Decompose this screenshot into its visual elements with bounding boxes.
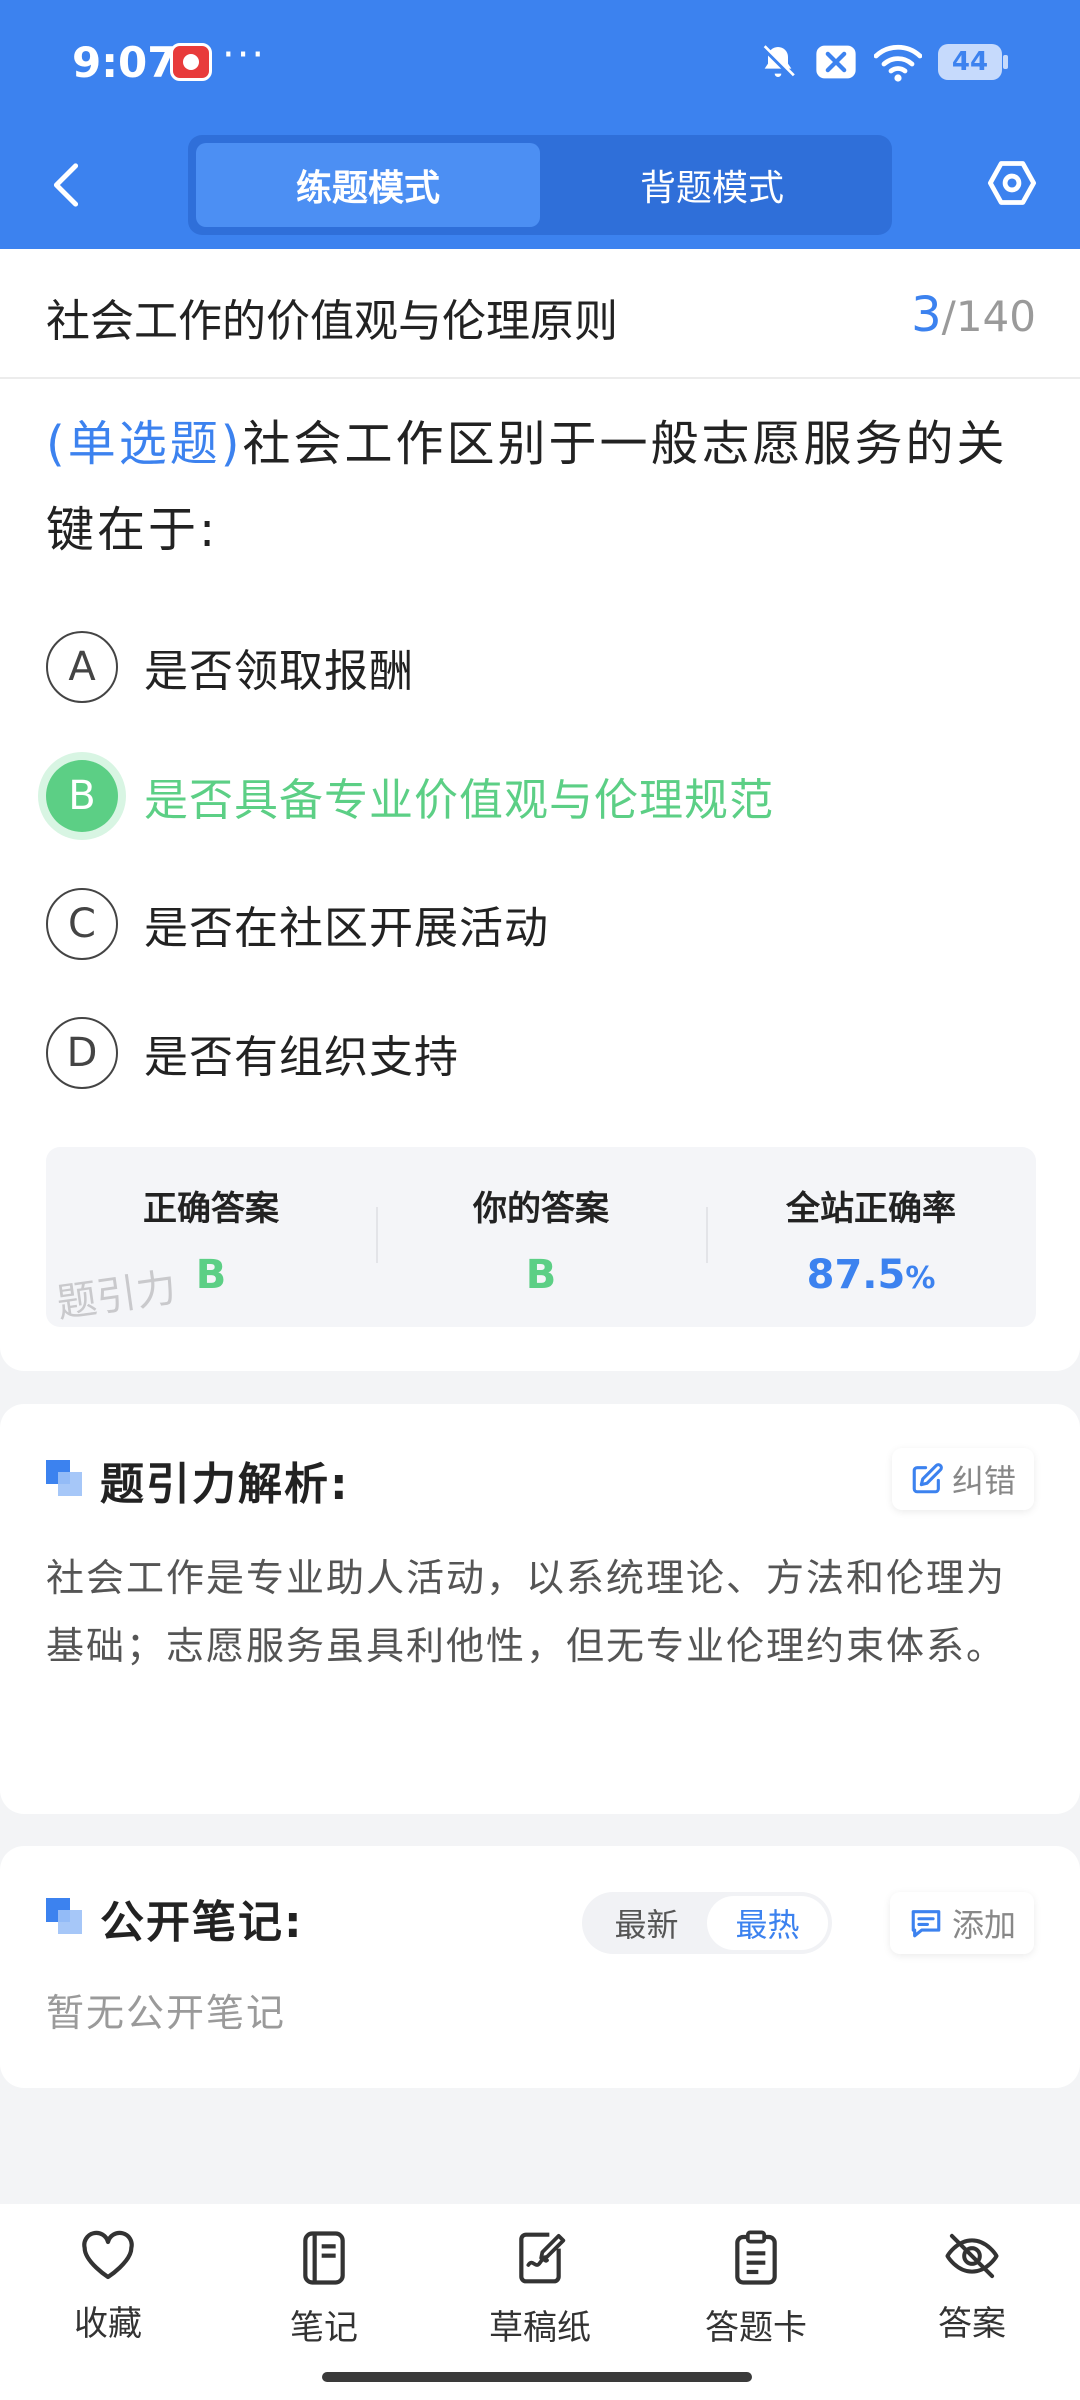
bell-off-icon	[761, 45, 795, 79]
progress-separator: /	[941, 292, 956, 341]
draft-paper-button[interactable]: 草稿纸	[460, 2230, 620, 2349]
your-answer-stat: 你的答案 B	[376, 1147, 706, 1327]
bottom-label: 笔记	[290, 2308, 358, 2348]
chapter-title: 社会工作的价值观与伦理原则	[46, 296, 618, 347]
sort-latest[interactable]: 最新	[586, 1896, 707, 1950]
stat-label: 你的答案	[473, 1189, 609, 1229]
status-bar: 9:07 ··· 44	[0, 0, 1080, 125]
analysis-title: 题引力解析:	[100, 1459, 350, 1510]
bottom-label: 草稿纸	[489, 2308, 591, 2348]
analysis-header: 题引力解析:	[46, 1452, 350, 1510]
question-text: (单选题)社会工作区别于一般志愿服务的关键在于:	[46, 401, 1036, 573]
heart-icon	[82, 2230, 134, 2280]
section-squares-icon	[46, 1898, 86, 1938]
more-notifications-icon: ···	[222, 32, 267, 78]
question-progress: 3/140	[911, 287, 1036, 343]
notes-sort-toggle: 最新 最热	[582, 1892, 832, 1954]
bottom-label: 答案	[938, 2304, 1006, 2344]
notes-button[interactable]: 笔记	[244, 2230, 404, 2349]
option-text: 是否有组织支持	[144, 1032, 459, 1083]
option-a[interactable]: A 是否领取报酬	[46, 627, 1036, 707]
option-letter: A	[46, 631, 118, 703]
correct-answer-stat: 正确答案 B 题引力	[46, 1147, 376, 1327]
option-letter: B	[46, 760, 118, 832]
sort-hottest[interactable]: 最热	[707, 1896, 828, 1950]
correct-answer-value: B	[195, 1252, 227, 1298]
empty-notes-text: 暂无公开笔记	[46, 1991, 287, 2035]
question-card: 社会工作的价值观与伦理原则 3/140 (单选题)社会工作区别于一般志愿服务的关…	[0, 249, 1080, 1371]
title-row: 社会工作的价值观与伦理原则 3/140	[0, 249, 1080, 379]
add-label: 添加	[951, 1906, 1016, 1944]
back-button[interactable]	[38, 155, 94, 215]
header: 9:07 ··· 44 练题模式 背题模式	[0, 0, 1080, 249]
bottom-toolbar: 收藏 笔记 草稿纸 答题卡 答案	[0, 2204, 1080, 2400]
correction-button[interactable]: 纠错	[891, 1448, 1034, 1510]
accuracy-number: 87.5	[806, 1252, 906, 1298]
option-text: 是否具备专业价值观与伦理规范	[144, 775, 774, 826]
accuracy-unit: %	[905, 1261, 936, 1296]
mode-switch: 练题模式 背题模式	[188, 135, 892, 235]
analysis-card: 题引力解析: 纠错 社会工作是专业助人活动，以系统理论、方法和伦理为基础；志愿服…	[0, 1404, 1080, 1814]
total-question-count: 140	[955, 292, 1036, 341]
battery-icon: 44	[938, 44, 1008, 80]
add-note-button[interactable]: 添加	[889, 1892, 1034, 1954]
analysis-text: 社会工作是专业助人活动，以系统理论、方法和伦理为基础；志愿服务虽具利他性，但无专…	[46, 1556, 1007, 1668]
edit-icon	[912, 1463, 943, 1494]
option-text: 是否领取报酬	[144, 646, 414, 697]
notes-header: 公开笔记:	[46, 1890, 304, 1948]
option-d[interactable]: D 是否有组织支持	[46, 1013, 1036, 1093]
tab-practice-mode[interactable]: 练题模式	[196, 143, 540, 227]
option-text: 是否在社区开展活动	[144, 903, 549, 954]
answer-card-icon	[735, 2230, 777, 2285]
option-c[interactable]: C 是否在社区开展活动	[46, 884, 1036, 964]
status-icons: 44	[758, 40, 1008, 84]
site-accuracy-value: 87.5%	[807, 1252, 936, 1298]
nav-bar: 练题模式 背题模式	[0, 125, 1080, 249]
stat-label: 全站正确率	[786, 1189, 956, 1229]
correction-label: 纠错	[951, 1462, 1016, 1500]
answer-card-button[interactable]: 答题卡	[676, 2230, 836, 2349]
site-accuracy-stat: 全站正确率 87.5%	[706, 1147, 1036, 1327]
current-question-number: 3	[911, 287, 942, 343]
comment-icon	[911, 1910, 941, 1938]
your-answer-value: B	[525, 1252, 557, 1298]
wifi-icon	[874, 44, 922, 82]
question-type: (单选题)	[46, 416, 243, 472]
settings-hexagon-icon	[987, 161, 1037, 205]
stat-label: 正确答案	[143, 1189, 279, 1229]
settings-button[interactable]	[982, 153, 1042, 213]
home-indicator[interactable]	[322, 2372, 752, 2382]
favorite-button[interactable]: 收藏	[28, 2230, 188, 2345]
option-letter: C	[46, 888, 118, 960]
eye-off-icon	[945, 2233, 999, 2279]
chevron-left-icon	[53, 163, 79, 207]
status-time: 9:07	[72, 38, 177, 87]
close-box-icon	[816, 45, 856, 79]
notification-app-icon	[170, 43, 212, 81]
bottom-label: 收藏	[74, 2304, 142, 2344]
section-squares-icon	[46, 1460, 86, 1500]
option-b[interactable]: B 是否具备专业价值观与伦理规范	[46, 756, 1036, 836]
bottom-label: 答题卡	[705, 2308, 807, 2348]
answer-stats: 正确答案 B 题引力 你的答案 B 全站正确率 87.5%	[46, 1147, 1036, 1327]
option-letter: D	[46, 1017, 118, 1089]
watermark: 题引力	[53, 1264, 180, 1328]
notes-title: 公开笔记:	[100, 1897, 304, 1948]
show-answer-button[interactable]: 答案	[892, 2230, 1052, 2345]
tab-memorize-mode[interactable]: 背题模式	[540, 143, 884, 227]
public-notes-card: 公开笔记: 最新 最热 添加 暂无公开笔记	[0, 1846, 1080, 2088]
notebook-icon	[303, 2231, 345, 2285]
draft-icon	[519, 2232, 566, 2284]
